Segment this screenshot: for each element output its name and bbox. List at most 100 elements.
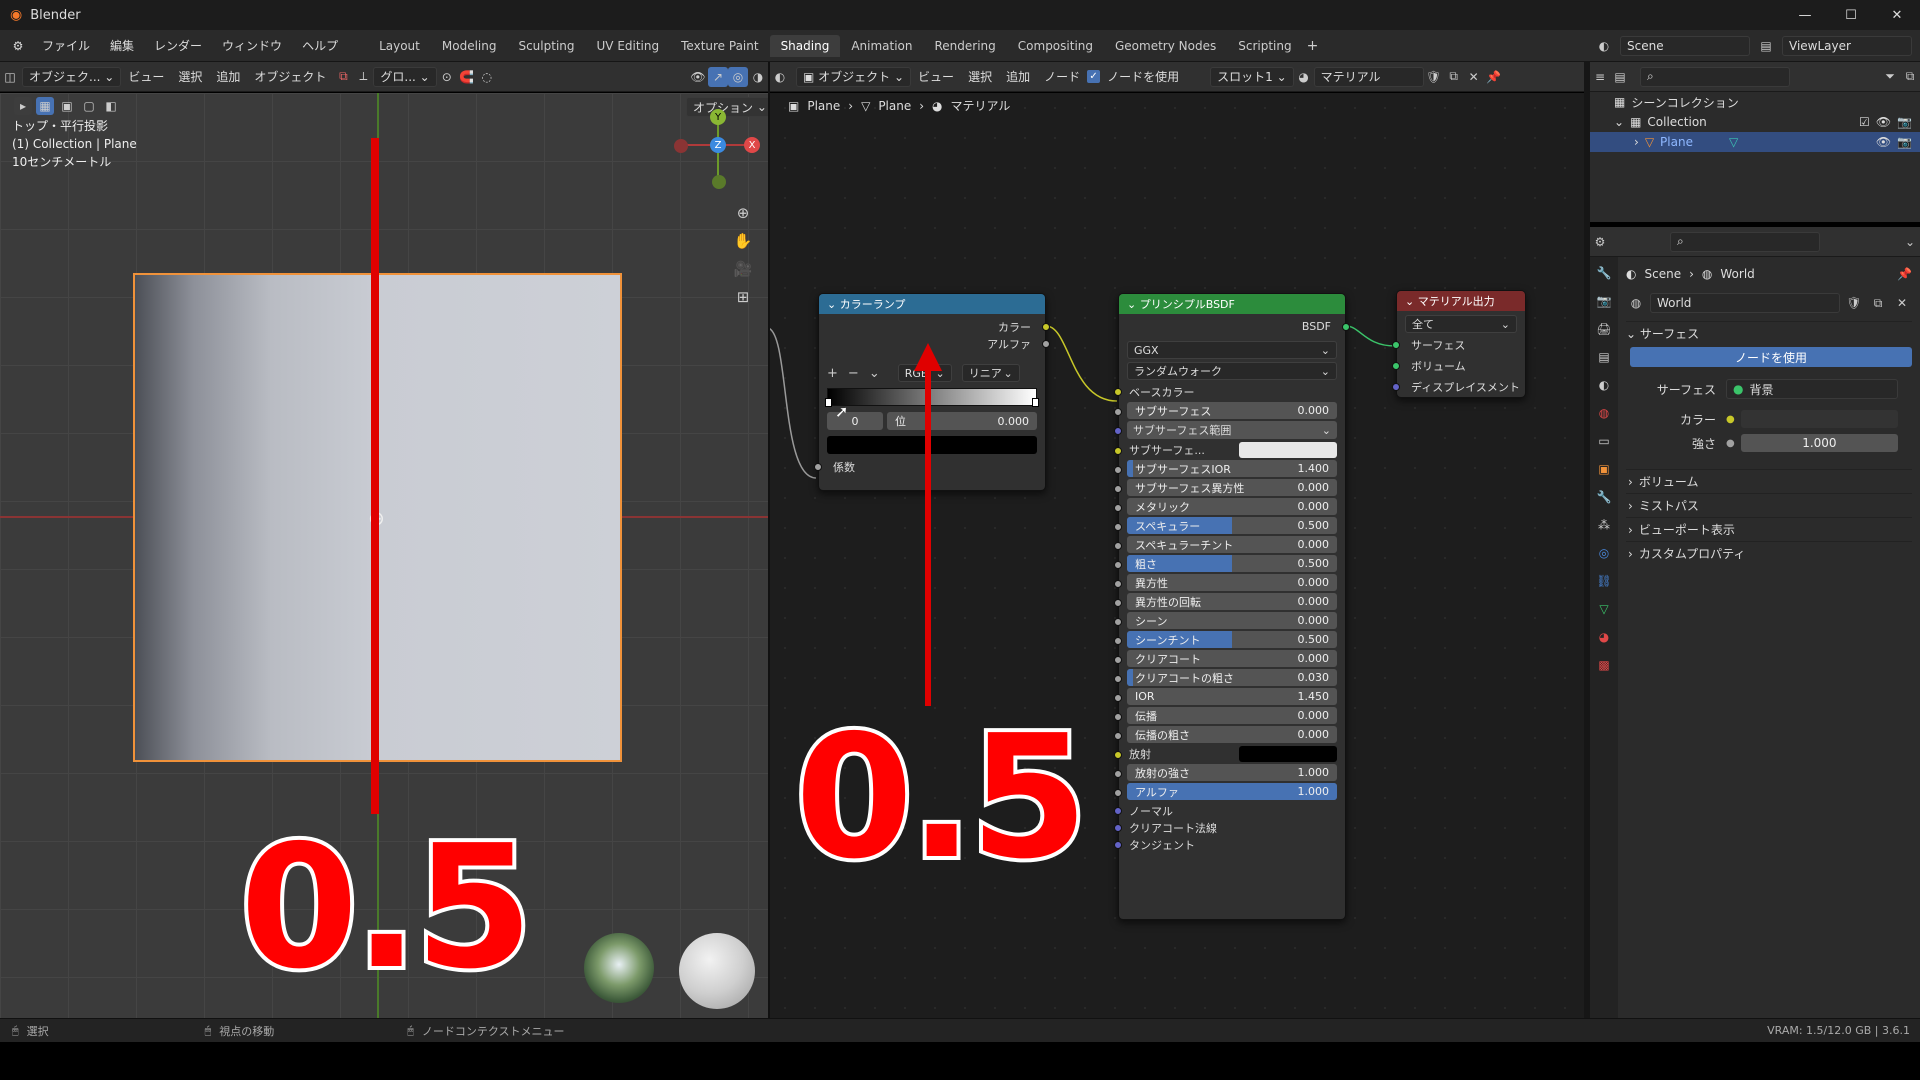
tool-tab-icon[interactable]: 🔧 [1594,263,1614,283]
factor-input-socket[interactable] [814,462,822,471]
stop-handle-black[interactable] [825,398,832,407]
bsdf-input-socket[interactable] [1114,504,1122,512]
object-menu[interactable]: オブジェクト [247,68,333,85]
view-menu[interactable]: ビュー [121,68,171,85]
bsdf-slider-field[interactable]: スペキュラーチント 0.000 [1127,536,1337,553]
outliner-type-icon[interactable]: ≡ [1590,67,1610,87]
snap-icon[interactable]: ⧉ [333,67,353,87]
hdri-preview-sphere[interactable] [584,933,654,1003]
world-color-swatch[interactable] [1740,410,1898,428]
vector-input-socket[interactable] [1114,840,1122,849]
grid-view-icon[interactable]: ⊞ [733,287,753,307]
surface-panel-header[interactable]: ⌄ サーフェス [1626,321,1912,345]
bsdf-color-field[interactable]: サブサーフェ... [1119,441,1337,458]
bsdf-color-field[interactable]: 放射 [1119,745,1337,762]
overlay-toggle-icon[interactable]: ◎ [728,66,748,87]
3d-viewport[interactable]: ▸ ▦ ▣ ▢ ◧ オプション ⌄ トップ・平行投影 (1) Collectio… [0,93,768,1018]
unlink-material-icon[interactable]: ✕ [1464,67,1484,87]
bsdf-slider-field[interactable]: 異方性 0.000 [1127,574,1337,591]
bsdf-input-socket[interactable] [1114,466,1122,474]
color-output-socket[interactable] [1042,322,1050,331]
gizmo-y[interactable]: Y [710,109,726,125]
camera-render-icon[interactable]: 📷 [1897,115,1912,129]
pan-hand-icon[interactable]: ✋ [733,231,753,251]
bsdf-input-socket[interactable] [1114,637,1122,645]
chevron-down-icon[interactable]: ⌄ [1900,232,1920,252]
add-menu[interactable]: 追加 [209,68,247,85]
snap-toggle-icon[interactable]: 🧲 [457,67,477,87]
alpha-output-socket[interactable] [1042,339,1050,348]
world-browse-icon[interactable]: ◍ [1626,293,1646,313]
world-selector[interactable]: World [1650,293,1840,313]
unlink-world-icon[interactable]: ✕ [1892,293,1912,313]
chevron-down-icon[interactable]: ⌄ [1614,115,1624,129]
duplicate-material-icon[interactable]: ⧉ [1444,67,1464,87]
select-subtract-icon[interactable]: ▢ [80,97,98,115]
render-tab-icon[interactable]: 📷 [1594,291,1614,311]
mode-dropdown[interactable]: オブジェク... ⌄ [22,66,122,87]
stop-position-field[interactable]: 位 0.000 [887,412,1037,430]
bsdf-slider-field[interactable]: アルファ 1.000 [1127,783,1337,800]
bsdf-slider-field[interactable]: クリアコートの粗さ 0.030 [1127,669,1337,686]
node-editor-type-icon[interactable]: ◐ [770,67,790,87]
editor-type-icon[interactable]: ◫ [0,67,20,87]
select-tool-icon[interactable]: ▸ [14,97,32,115]
value-socket-icon[interactable]: ● [1726,438,1735,449]
fake-user-icon[interactable]: 🛡 [1424,67,1444,87]
menu-item[interactable]: ウィンドウ [212,37,292,54]
material-output-node[interactable]: ⌄ マテリアル出力 全て ⌄ サーフェス ボリューム ディスプレイスメント [1392,290,1526,398]
displacement-input-socket[interactable] [1392,382,1400,391]
tab-modeling[interactable]: Modeling [431,35,508,57]
bsdf-color-swatch[interactable] [1239,745,1337,762]
outliner-scene-collection[interactable]: ▦ シーンコレクション [1590,92,1920,112]
bsdf-slider-field[interactable]: 粗さ 0.500 [1127,555,1337,572]
interpolation-dropdown[interactable]: リニア ⌄ [961,364,1020,382]
checkbox-icon[interactable]: ☑ [1859,115,1870,129]
pin-icon[interactable]: 📌 [1484,67,1504,87]
stop-handle-white[interactable] [1032,398,1039,407]
output-tab-icon[interactable]: 🖨 [1594,319,1614,339]
view-layer-tab-icon[interactable]: ▤ [1594,347,1614,367]
gizmo-toggle-icon[interactable]: ↗ [708,66,728,87]
panel-header[interactable]: › ボリューム [1626,469,1912,493]
bsdf-input-socket[interactable] [1114,580,1122,588]
vector-input-socket[interactable] [1114,806,1122,815]
panel-header[interactable]: › ビューポート表示 [1626,517,1912,541]
color-socket-icon[interactable]: ● [1726,414,1735,425]
select-invert-icon[interactable]: ◧ [102,97,120,115]
panel-header[interactable]: › カスタムプロパティ [1626,541,1912,565]
close-button[interactable]: ✕ [1874,8,1920,23]
constraints-tab-icon[interactable]: ⛓ [1594,571,1614,591]
bsdf-header[interactable]: ⌄ プリンシプルBSDF [1119,294,1345,314]
select-box-icon[interactable]: ▦ [36,97,54,115]
shading-mode-icon[interactable]: ◑ [748,67,768,87]
bsdf-color-swatch[interactable] [1239,441,1337,458]
maximize-button[interactable]: ☐ [1828,8,1874,23]
fake-user-icon[interactable]: 🛡 [1844,293,1864,313]
bsdf-slider-field[interactable]: サブサーフェスIOR 1.400 [1127,460,1337,477]
tab-texture-paint[interactable]: Texture Paint [670,35,769,57]
scene-icon[interactable]: ◐ [1594,36,1614,56]
color-ramp-node[interactable]: ⌄ カラーランプ カラー アルファ + − ⌄ RGB ⌄ リニア ⌄ 0 位 0.0… [814,293,1050,491]
node-editor[interactable]: ▣ Plane › ▽ Plane › ◕ マテリアル ⌄ カラーランプ カラー アル… [770,93,1584,1018]
gizmo-x[interactable]: X [744,137,760,153]
data-tab-icon[interactable]: ▽ [1594,599,1614,619]
bsdf-slider-field[interactable]: IOR 1.450 [1127,688,1337,705]
bsdf-slider-field[interactable]: 放射の強さ 1.000 [1127,764,1337,781]
bsdf-slider-field[interactable]: シーンチント 0.500 [1127,631,1337,648]
modifier-tab-icon[interactable]: 🔧 [1594,487,1614,507]
view-layer-icon[interactable]: ▤ [1756,36,1776,56]
tab-layout[interactable]: Layout [368,35,431,57]
menu-item[interactable]: 編集 [100,37,144,54]
bsdf-input-socket[interactable] [1114,408,1122,416]
tab-sculpting[interactable]: Sculpting [507,35,585,57]
select-extend-icon[interactable]: ▣ [58,97,76,115]
bsdf-input-socket[interactable] [1114,599,1122,607]
particles-tab-icon[interactable]: ⁂ [1594,515,1614,535]
pin-icon[interactable]: 📌 [1897,267,1912,281]
eye-icon[interactable]: 👁 [1876,115,1891,129]
output-header[interactable]: ⌄ マテリアル出力 [1397,291,1525,311]
panel-header[interactable]: › ミストパス [1626,493,1912,517]
bsdf-input-socket[interactable] [1114,694,1122,702]
use-nodes-button[interactable]: ノードを使用 [1630,347,1912,367]
